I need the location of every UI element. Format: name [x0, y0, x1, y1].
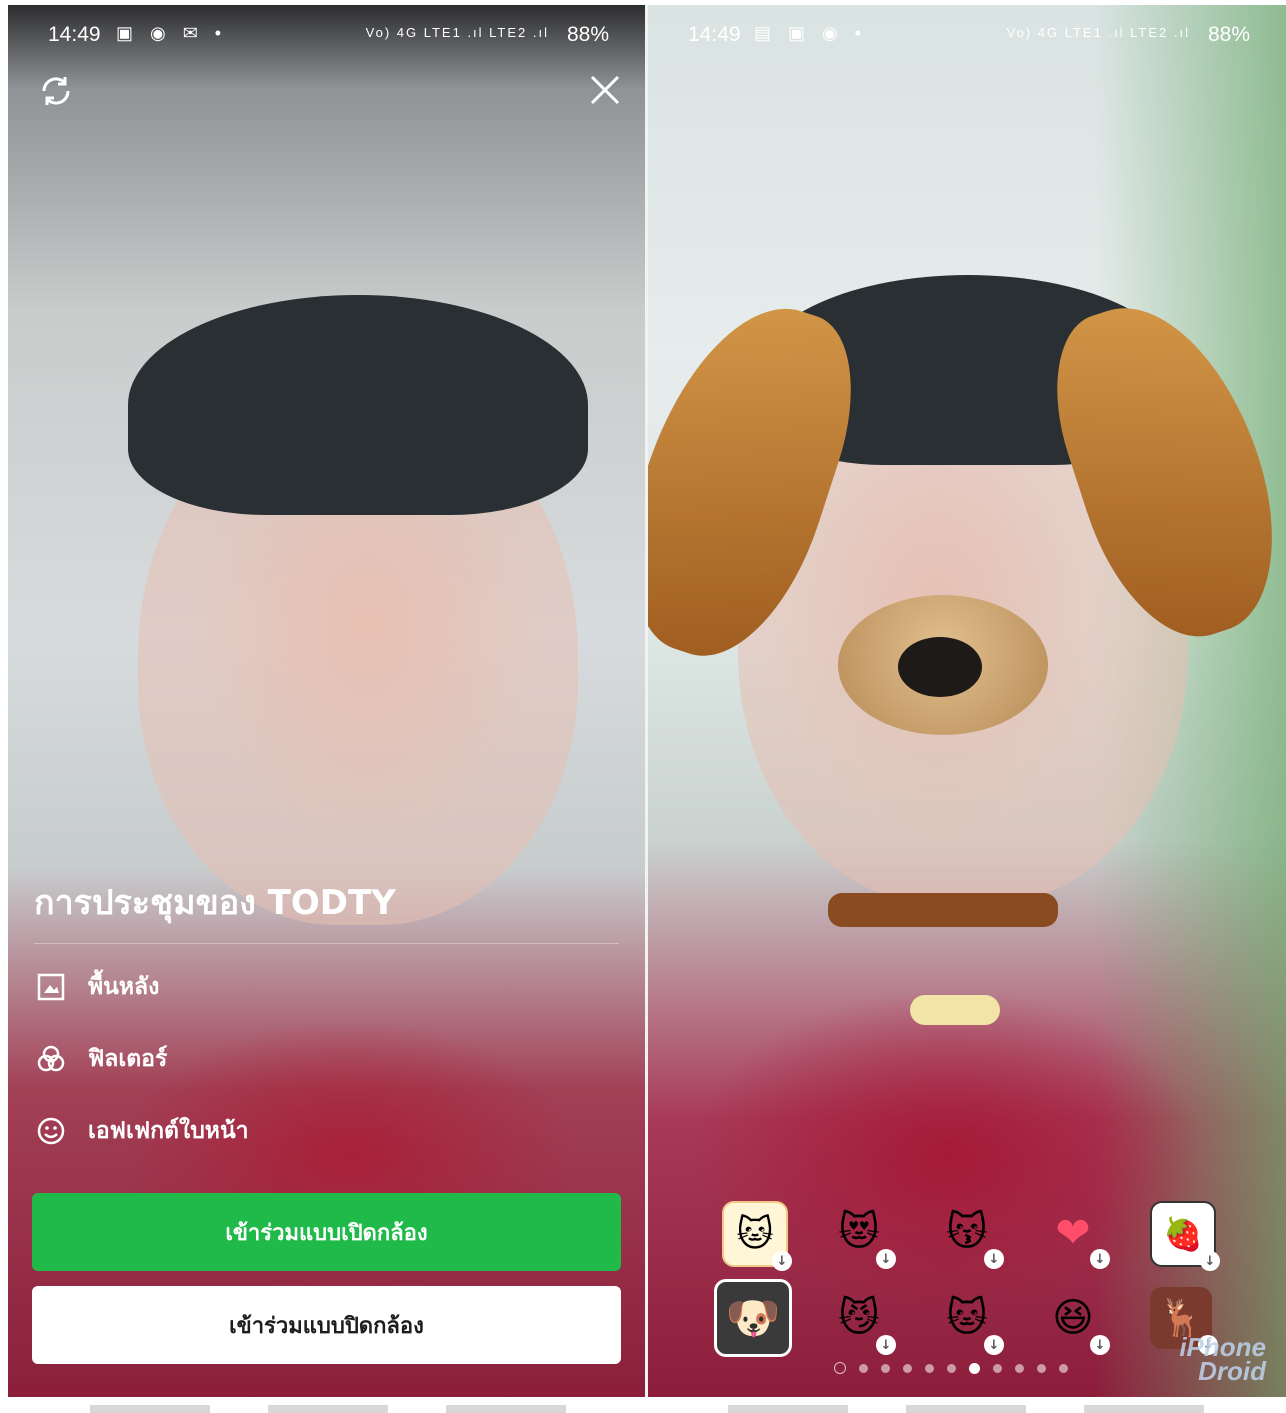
dog-collar [828, 893, 1058, 927]
white-cat-sticker[interactable]: 🐱 ↓ [936, 1287, 1004, 1355]
dog-sticker-icon: 🐶 [725, 1293, 781, 1344]
page-dot[interactable] [993, 1363, 1002, 1373]
cat-heart-sticker-icon: 😻 [838, 1209, 880, 1255]
history-icon[interactable] [834, 1362, 846, 1374]
menu-background-label: พื้นหลัง [88, 974, 160, 1000]
gray-cat-sticker[interactable]: 😽 ↓ [936, 1201, 1004, 1269]
strawberry-sticker[interactable]: 🍓 ↓ [1150, 1201, 1220, 1271]
status-time: 14:49 [48, 23, 101, 46]
nav-bar-mark [268, 1405, 388, 1413]
person-hair [128, 295, 588, 515]
nav-bar-mark [90, 1405, 210, 1413]
page-dot[interactable] [947, 1363, 956, 1373]
nav-bar-mark [1084, 1405, 1204, 1413]
download-icon: ↓ [984, 1249, 1004, 1269]
right-screen-face-effect-preview: 14:49 ▤ ▣ ◉ • Vo) 4G LTE1 .ıl LTE2 .ıl 8… [648, 5, 1286, 1397]
heart-sticker-icon: ❤ [1055, 1207, 1091, 1257]
cat-orange-sticker-icon: 🐱 [736, 1213, 774, 1255]
download-icon: ↓ [1200, 1251, 1220, 1271]
download-icon: ↓ [876, 1249, 896, 1269]
strawberry-sticker-icon: 🍓 [1163, 1215, 1203, 1253]
notification-icons: ▣ ◉ ✉ • [116, 23, 228, 43]
bone-charm [910, 995, 1000, 1025]
nav-bar-mark [446, 1405, 566, 1413]
network-indicator: Vo) 4G LTE1 .ıl LTE2 .ıl [365, 25, 549, 40]
cat-orange-sticker[interactable]: 🐱 ↓ [722, 1201, 792, 1271]
join-with-camera-button[interactable]: เข้าร่วมแบบเปิดกล้อง [32, 1193, 621, 1271]
sticker-page-indicator [834, 1362, 1068, 1374]
nav-bar-mark [728, 1405, 848, 1413]
red-cat-sticker-icon: 😼 [838, 1295, 880, 1341]
left-screen-camera-preview: 14:49 ▣ ◉ ✉ • Vo) 4G LTE1 .ıl LTE2 .ıl 8… [8, 5, 645, 1397]
meeting-title: การประชุมของ TODTY [34, 883, 396, 923]
close-icon[interactable] [588, 73, 622, 107]
nav-bar-mark [906, 1405, 1026, 1413]
battery-level: 88% [566, 23, 609, 46]
status-bar: 14:49 ▣ ◉ ✉ • Vo) 4G LTE1 .ıl LTE2 .ıl 8… [8, 19, 645, 55]
menu-face-effect[interactable]: เอฟเฟกต์ใบหน้า [34, 1111, 249, 1151]
face-effect-icon [34, 1114, 68, 1148]
laughing-face-sticker-icon: 😆 [1052, 1295, 1094, 1341]
dog-nose [898, 637, 982, 697]
page-dot[interactable] [925, 1363, 934, 1373]
page-dot[interactable] [1015, 1363, 1024, 1373]
page-dot-active[interactable] [969, 1362, 980, 1374]
download-icon: ↓ [1090, 1335, 1110, 1355]
menu-filter-label: ฟิลเตอร์ [88, 1046, 168, 1072]
cat-heart-sticker[interactable]: 😻 ↓ [828, 1201, 896, 1269]
background-image-icon [34, 970, 68, 1004]
page-dot[interactable] [859, 1363, 868, 1373]
page-dot[interactable] [1037, 1363, 1046, 1373]
page-dot[interactable] [881, 1363, 890, 1373]
join-without-camera-button[interactable]: เข้าร่วมแบบปิดกล้อง [32, 1286, 621, 1364]
menu-filter[interactable]: ฟิลเตอร์ [34, 1039, 167, 1079]
download-icon: ↓ [1090, 1249, 1110, 1269]
dog-sticker[interactable]: 🐶 [714, 1279, 792, 1357]
filter-icon [34, 1042, 68, 1076]
download-icon: ↓ [984, 1335, 1004, 1355]
white-cat-sticker-icon: 🐱 [946, 1295, 988, 1341]
gray-cat-sticker-icon: 😽 [946, 1209, 988, 1255]
watermark: iPhone Droid [1179, 1334, 1266, 1386]
status-time: 14:49 [688, 23, 741, 46]
page-dot[interactable] [903, 1363, 912, 1373]
status-bar: 14:49 ▤ ▣ ◉ • Vo) 4G LTE1 .ıl LTE2 .ıl 8… [648, 19, 1286, 55]
download-icon: ↓ [772, 1251, 792, 1271]
watermark-line2: Droid [1198, 1356, 1266, 1386]
divider [34, 943, 619, 944]
network-indicator: Vo) 4G LTE1 .ıl LTE2 .ıl [1006, 25, 1190, 40]
battery-level: 88% [1207, 23, 1250, 46]
download-icon: ↓ [876, 1335, 896, 1355]
red-cat-sticker[interactable]: 😼 ↓ [828, 1287, 896, 1355]
heart-sticker[interactable]: ❤ ↓ [1042, 1201, 1110, 1269]
menu-background[interactable]: พื้นหลัง [34, 967, 159, 1007]
laughing-face-sticker[interactable]: 😆 ↓ [1042, 1287, 1110, 1355]
page-dot[interactable] [1059, 1363, 1068, 1373]
menu-face-effect-label: เอฟเฟกต์ใบหน้า [88, 1118, 249, 1144]
notification-icons: ▤ ▣ ◉ • [754, 23, 868, 43]
switch-camera-icon[interactable] [36, 71, 76, 111]
